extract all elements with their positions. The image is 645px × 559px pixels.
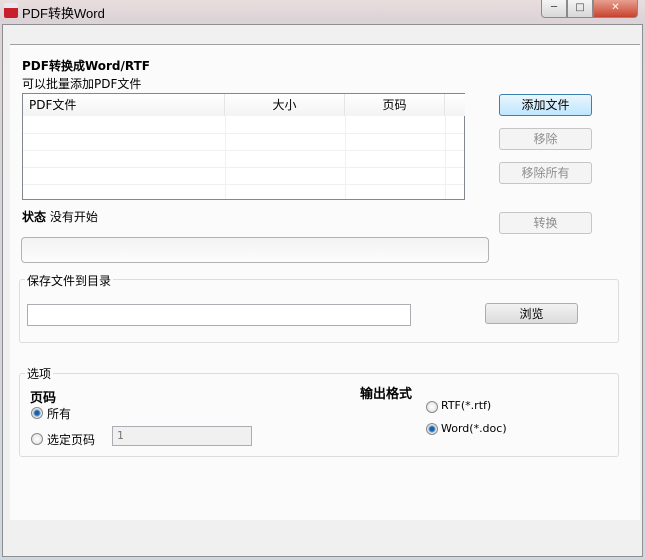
pages-label: 页码 [30,391,57,406]
browse-button[interactable]: 浏览 [485,303,578,324]
all-pages-label: 所有 [47,407,72,421]
remove-all-button[interactable]: 移除所有 [499,162,592,184]
selected-pages-label: 选定页码 [47,433,96,447]
window-title: PDF转换Word [22,6,105,21]
options-legend: 选项 [25,365,54,382]
subheading: 可以批量添加PDF文件 [22,77,142,91]
save-path-input[interactable] [27,304,411,326]
output-format-label: 输出格式 [360,387,413,402]
all-pages-radio[interactable] [31,407,43,419]
column-header-pages[interactable]: 页码 [345,94,445,116]
column-header-size[interactable]: 大小 [225,94,345,116]
minimize-button[interactable]: ─ [541,0,567,18]
remove-button[interactable]: 移除 [499,128,592,150]
doc-label: Word(*.doc) [441,422,507,435]
close-button[interactable]: ✕ [593,0,638,18]
column-header-filler [445,94,465,116]
add-file-button[interactable]: 添加文件 [499,94,592,116]
doc-radio[interactable] [426,423,438,435]
title-bar: PDF转换Word ─ □ ✕ [0,0,645,22]
convert-button[interactable]: 转换 [499,212,592,234]
file-list[interactable]: PDF文件 大小 页码 [22,93,465,200]
heading: PDF转换成Word/RTF [22,59,150,73]
save-legend: 保存文件到目录 [25,272,114,289]
page-range-input[interactable]: 1 [112,426,252,446]
status-label: 状态 [22,210,47,224]
maximize-button[interactable]: □ [567,0,593,18]
column-header-file[interactable]: PDF文件 [23,94,225,116]
selected-pages-radio[interactable] [31,433,43,445]
rtf-label: RTF(*.rtf) [441,399,492,412]
options-group: 选项 [19,365,619,457]
progress-bar [21,237,489,263]
app-icon [4,3,18,18]
status-line: 状态 没有开始 [22,208,98,225]
rtf-radio[interactable] [426,401,438,413]
status-value: 没有开始 [49,210,98,224]
